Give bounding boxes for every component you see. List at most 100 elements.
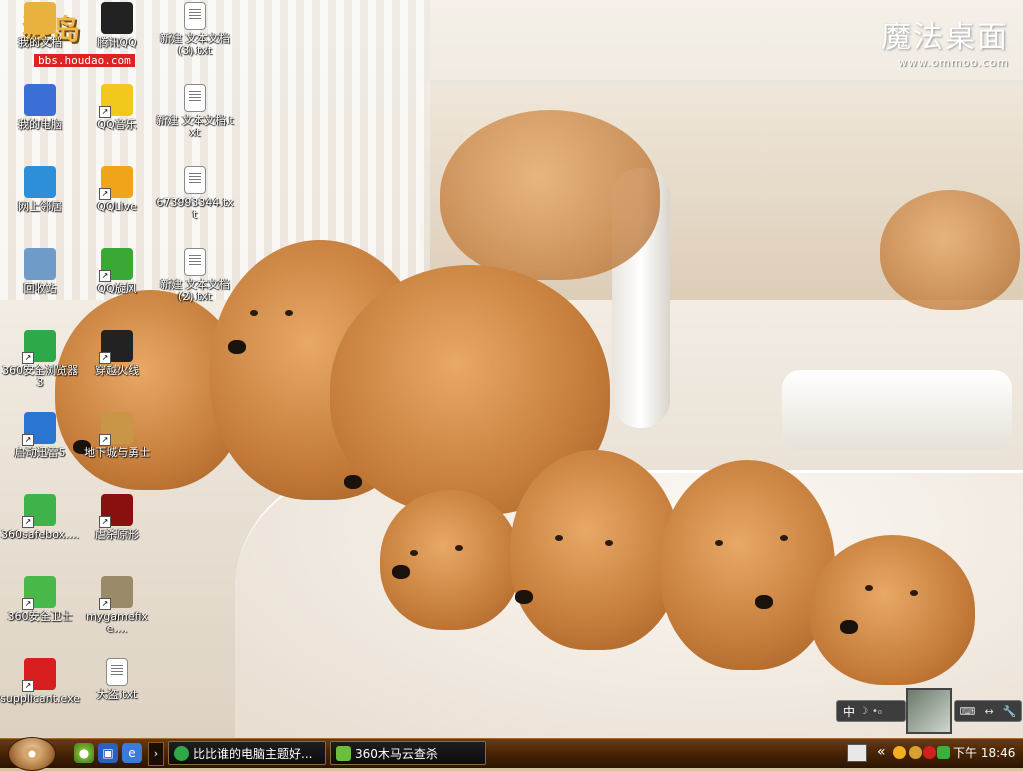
qq-tray-icon[interactable] (909, 746, 922, 759)
desktop-icon[interactable]: ↗ 360安全卫士 (0, 576, 80, 623)
desktop-icon[interactable]: ↗ 穿越火线 (77, 330, 157, 377)
puppy-reflection (440, 110, 660, 280)
system-tray: « 下午 18:46 (843, 739, 1023, 768)
qq-whirlwind-icon: ↗ (99, 248, 133, 282)
shortcut-arrow-icon: ↗ (99, 434, 111, 446)
ime-mode-label[interactable]: 中 (843, 703, 855, 720)
desktop-icon[interactable]: 新建 文本文档.txt (155, 84, 235, 139)
qq-penguin-icon (101, 2, 133, 34)
ommoo-brand: 魔法桌面 www.ommoo.com (881, 12, 1009, 69)
shortcut-arrow-icon: ↗ (22, 352, 34, 364)
taskbar: ● ▣ e › 比比谁的电脑主题好... 360木马云查杀 « 下午 18:46 (0, 737, 1023, 771)
taskbar-button-trojan-scan[interactable]: 360木马云查杀 (330, 741, 486, 765)
desktop-icon-label: mygamefixe.... (86, 610, 148, 635)
desktop-icon[interactable]: 673993344.txt (155, 166, 235, 221)
desktop-icon[interactable]: ↗ supplicant.exe (0, 658, 80, 705)
desktop-icon-label: 网上邻居 (18, 200, 62, 213)
shield-360-icon (336, 746, 351, 761)
show-hidden-icons-icon[interactable]: « (877, 744, 886, 760)
desktop-icon[interactable]: 新建 文本文档 (2).txt (155, 248, 235, 303)
desktop-icon-label: 360安全卫士 (7, 610, 73, 623)
puppy (660, 460, 835, 670)
desktop-icon[interactable]: 回收站 (0, 248, 80, 295)
keyboard-icon[interactable]: ⌨ (960, 705, 976, 718)
desktop-icon[interactable]: 我的电脑 (0, 84, 80, 131)
folder-icon (24, 2, 56, 34)
desktop-icon-label: 回收站 (23, 282, 57, 295)
quicklaunch-more-button[interactable]: › (148, 742, 164, 766)
network-globe-icon (24, 166, 56, 198)
start-button[interactable] (8, 737, 56, 771)
desktop-icon-label: supplicant.exe (0, 692, 80, 705)
shield-360-tray-icon[interactable] (937, 746, 950, 759)
moon-icon[interactable]: ☽ (859, 706, 868, 717)
shortcut-arrow-icon: ↗ (22, 680, 34, 692)
switch-icon[interactable]: ↔ (984, 705, 993, 718)
wallpaper-tap (782, 370, 1012, 450)
language-bar[interactable]: 中 ☽ •₀ (836, 700, 906, 722)
desktop-icon[interactable]: ↗ 360安全浏览器 3 (0, 330, 80, 389)
desktop-icon-label: 360安全浏览器 3 (2, 364, 78, 389)
quicklaunch-desktop-icon[interactable]: ▣ (98, 743, 118, 763)
safebox-icon: ↗ (22, 494, 56, 528)
puppy-reflection (880, 190, 1020, 310)
shortcut-arrow-icon: ↗ (99, 106, 111, 118)
desktop-icon-label: 腾讯QQ (97, 36, 137, 49)
quicklaunch-ie-icon[interactable]: e (122, 743, 142, 763)
desktop-icon-label: 360safebox.... (1, 528, 79, 541)
desktop-icon-label: 启动迅雷5 (14, 446, 66, 459)
shortcut-arrow-icon: ↗ (22, 598, 34, 610)
shortcut-arrow-icon: ↗ (99, 516, 111, 528)
prototype-game-icon: ↗ (99, 494, 133, 528)
shortcut-arrow-icon: ↗ (22, 434, 34, 446)
language-bar-tools[interactable]: ⌨ ↔ 🔧 (954, 700, 1022, 722)
puppy (810, 535, 975, 685)
desktop-icon-label: QQ旋风 (97, 282, 137, 295)
houdao-logo-url: bbs.houdao.com (34, 54, 135, 67)
computer-icon (24, 84, 56, 116)
desktop-icon[interactable]: ↗ QQ音乐 (77, 84, 157, 131)
shield-360-icon: ↗ (22, 576, 56, 610)
puppy (380, 490, 520, 630)
desktop-icon[interactable]: 腾讯QQ (77, 2, 157, 49)
taskbar-button-label: 比比谁的电脑主题好... (193, 747, 313, 761)
desktop-icon[interactable]: 我的文档 (0, 2, 80, 49)
desktop-icon-label: 虐杀原形 (95, 528, 139, 541)
desktop-icon[interactable]: ↗ mygamefixe.... (77, 576, 157, 635)
desktop-icon[interactable]: 新建 文本文档 (3).txt (155, 2, 235, 57)
app-tray-icon[interactable] (923, 746, 936, 759)
desktop-icon[interactable]: 网上邻居 (0, 166, 80, 213)
wrench-icon[interactable]: 🔧 (1003, 705, 1017, 718)
desktop-icon[interactable]: ↗ QQLive (77, 166, 157, 213)
quicklaunch-qq-icon[interactable]: ● (74, 743, 94, 763)
desktop-icon[interactable]: ↗ 启动迅雷5 (0, 412, 80, 459)
desktop-icon[interactable]: 大盗.txt (77, 658, 157, 701)
text-file-icon (184, 2, 206, 30)
shortcut-arrow-icon: ↗ (99, 270, 111, 282)
clock[interactable]: 下午 18:46 (953, 739, 1015, 768)
desktop-icon-label: 穿越火线 (95, 364, 139, 377)
qq-music-icon: ↗ (99, 84, 133, 118)
desktop-icon[interactable]: ↗ 地下城与勇士 (77, 412, 157, 459)
qqlive-play-icon: ↗ (99, 166, 133, 200)
recycle-bin-icon (24, 248, 56, 280)
crossfire-icon: ↗ (99, 330, 133, 364)
ommoo-brand-title: 魔法桌面 (881, 20, 1009, 55)
text-file-icon (184, 248, 206, 276)
browser-360-icon (174, 746, 189, 761)
dnf-icon: ↗ (99, 412, 133, 446)
thunder-icon: ↗ (22, 412, 56, 446)
taskbar-button-browser[interactable]: 比比谁的电脑主题好... (168, 741, 326, 765)
desktop-icon[interactable]: ↗ 360safebox.... (0, 494, 80, 541)
desktop-icon[interactable]: ↗ 虐杀原形 (77, 494, 157, 541)
crossed-swords-icon: ↗ (99, 576, 133, 610)
shortcut-arrow-icon: ↗ (99, 188, 111, 200)
shortcut-arrow-icon: ↗ (99, 352, 111, 364)
desktop-icon[interactable]: ↗ QQ旋风 (77, 248, 157, 295)
desktop-icon-label: 新建 文本文档 (2).txt (160, 278, 230, 303)
keyboard-tray-icon[interactable] (847, 744, 867, 762)
avatar[interactable] (906, 688, 952, 734)
qq-tray-icon[interactable] (893, 746, 906, 759)
punctuation-icon[interactable]: •₀ (872, 706, 882, 717)
desktop-icon-label: 新建 文本文档.txt (156, 114, 234, 139)
